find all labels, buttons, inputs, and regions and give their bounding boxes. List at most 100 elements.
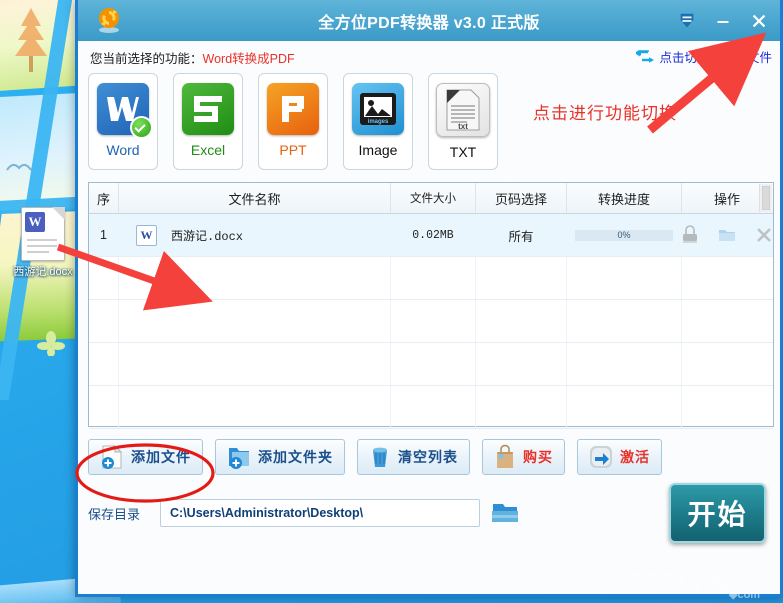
cell-empty	[682, 343, 772, 385]
cell-empty	[89, 300, 119, 342]
cell-empty	[476, 257, 567, 299]
cell-pages: 所有	[476, 214, 567, 256]
cell-empty	[682, 300, 772, 342]
cell-empty	[476, 300, 567, 342]
cell-progress: 0%	[567, 214, 682, 256]
remove-icon[interactable]	[754, 225, 774, 245]
cell-index: 1	[89, 214, 119, 256]
word-icon	[97, 83, 153, 139]
cell-empty	[119, 386, 391, 428]
type-button-excel[interactable]: Excel	[173, 73, 243, 170]
folder-browse-icon[interactable]	[490, 500, 520, 526]
cell-empty	[119, 343, 391, 385]
type-button-word[interactable]: Word	[88, 73, 158, 170]
word-document-icon: W	[21, 207, 65, 261]
table-row-empty	[89, 257, 773, 300]
current-function-label: 您当前选择的功能：Word转换成PDF	[90, 48, 295, 67]
activate-label: 激活	[620, 451, 650, 466]
open-folder-icon[interactable]	[717, 225, 737, 245]
minimize-icon[interactable]	[712, 10, 734, 32]
type-button-label: Word	[106, 142, 140, 158]
table-header-size: 文件大小	[391, 183, 476, 213]
excel-icon	[182, 83, 234, 135]
type-button-image[interactable]: images Image	[343, 73, 413, 170]
save-directory-bar: 保存目录 C:\Users\Administrator\Desktop\	[88, 499, 520, 527]
cell-actions	[682, 214, 772, 256]
orange-refresh-logo-icon	[99, 8, 119, 33]
table-row[interactable]: 1 W 西游记.docx 0.02MB 所有 0%	[89, 214, 773, 257]
table-row-empty	[89, 300, 773, 343]
purchase-label: 购买	[523, 451, 553, 466]
window-controls	[676, 0, 770, 41]
cell-empty	[391, 343, 476, 385]
ppt-icon	[267, 83, 319, 135]
svg-text:images: images	[368, 119, 389, 125]
cell-filename-text: 西游记.docx	[171, 229, 244, 244]
purchase-button[interactable]: 购买	[482, 439, 565, 475]
add-file-icon	[102, 444, 123, 469]
image-icon: images	[352, 83, 404, 135]
convert-icon[interactable]	[680, 225, 700, 245]
table-header-pages: 页码选择	[476, 183, 567, 213]
cell-empty	[391, 300, 476, 342]
type-button-txt[interactable]: txt TXT	[428, 73, 498, 170]
type-button-label: Image	[358, 142, 398, 158]
swap-arrows-icon	[636, 49, 655, 63]
start-button[interactable]: 开始	[669, 483, 766, 543]
word-file-icon: W	[136, 224, 157, 246]
save-directory-label: 保存目录	[88, 506, 141, 522]
start-button-label: 开始	[687, 499, 748, 530]
table-scrollbar[interactable]	[759, 184, 772, 212]
current-function-value: Word转换成PDF	[202, 52, 295, 66]
close-icon[interactable]	[748, 10, 770, 32]
cell-empty	[89, 343, 119, 385]
save-directory-input[interactable]: C:\Users\Administrator\Desktop\	[160, 499, 480, 527]
chevron-down-tray-icon[interactable]	[676, 10, 698, 32]
svg-text:◆com: ◆com	[728, 589, 760, 601]
progress-label: 0%	[617, 230, 631, 240]
cell-empty	[567, 300, 682, 342]
table-header-index: 序	[89, 183, 119, 213]
cell-empty	[476, 386, 567, 428]
file-type-selector: Word Excel PPT images Image txt TXT	[88, 73, 498, 170]
add-folder-label: 添加文件夹	[258, 451, 333, 466]
cell-empty	[391, 386, 476, 428]
switch-hint-text: 点击进行功能切换	[533, 104, 677, 123]
window-title: 全方位PDF转换器 v3.0 正式版	[318, 14, 540, 32]
add-folder-button[interactable]: 添加文件夹	[215, 439, 345, 475]
cell-empty	[89, 386, 119, 428]
svg-text:9553下载: 9553下载	[631, 567, 736, 597]
cell-empty	[567, 386, 682, 428]
cell-size: 0.02MB	[391, 214, 476, 256]
file-list-table: 序 文件名称 文件大小 页码选择 转换进度 操作 1 W 西游记.docx 0.…	[88, 182, 774, 429]
cell-empty	[682, 386, 772, 428]
table-header-filename: 文件名称	[119, 183, 391, 213]
cell-empty	[682, 257, 772, 299]
add-folder-icon	[229, 448, 249, 469]
current-function-prefix: 您当前选择的功能：	[90, 52, 203, 66]
table-row-empty	[89, 343, 773, 386]
selected-check-icon	[130, 116, 153, 139]
type-button-ppt[interactable]: PPT	[258, 73, 328, 170]
add-file-label: 添加文件	[131, 451, 191, 466]
clear-list-button[interactable]: 清空列表	[357, 439, 470, 475]
txt-icon: txt	[436, 83, 490, 137]
table-header-row: 序 文件名称 文件大小 页码选择 转换进度 操作	[89, 183, 773, 214]
application-window: 全方位PDF转换器 v3.0 正式版 您当前选择的功能：Word转换成PDF 点…	[75, 0, 783, 597]
cell-empty	[391, 257, 476, 299]
switch-mode-link[interactable]: 点击切换PDF转文件	[636, 47, 772, 66]
cell-empty	[119, 257, 391, 299]
progress-bar: 0%	[575, 229, 673, 241]
cell-empty	[476, 343, 567, 385]
cell-empty	[567, 343, 682, 385]
cell-empty	[567, 257, 682, 299]
add-file-button[interactable]: 添加文件	[88, 439, 203, 475]
cell-filename: W 西游记.docx	[119, 214, 391, 256]
tree-icon	[15, 8, 47, 72]
activate-arrow-icon	[590, 446, 612, 468]
shopping-bag-icon	[497, 444, 513, 468]
table-row-empty	[89, 386, 773, 429]
trash-icon	[373, 447, 387, 467]
desktop-file-icon[interactable]: W 西游记.docx	[12, 207, 74, 278]
activate-button[interactable]: 激活	[577, 439, 662, 475]
